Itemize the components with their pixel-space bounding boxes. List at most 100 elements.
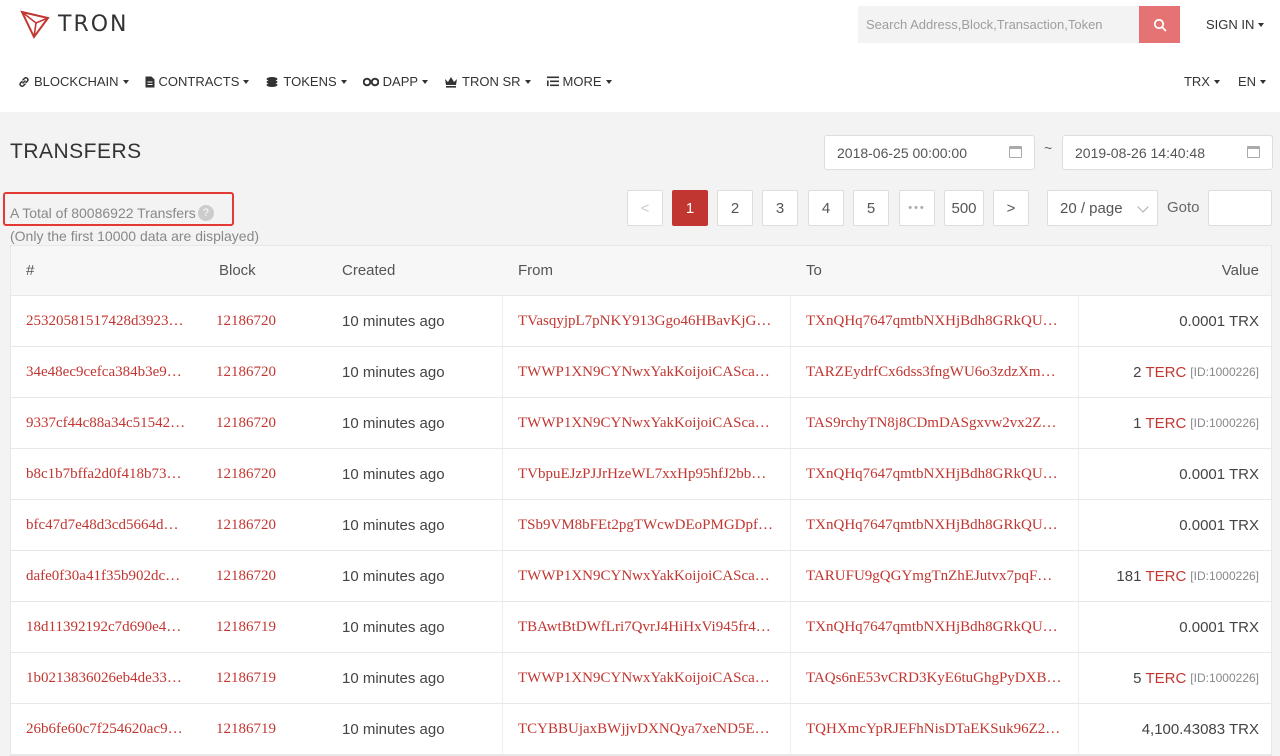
token-link[interactable]: TERC: [1145, 568, 1186, 585]
from-address-link[interactable]: TWWP1XN9CYNwxYakKoijoiCASca…: [518, 670, 770, 687]
table-row: 1b0213836026eb4de33… 12186719 10 minutes a…: [11, 653, 1271, 704]
from-cell: TWWP1XN9CYNwxYakKoijoiCASca…: [503, 653, 791, 703]
block-cell: 12186719: [201, 602, 327, 652]
list-icon: [546, 76, 559, 87]
table-row: 26b6fe60c7f254620ac9… 12186719 10 minutes …: [11, 704, 1271, 755]
token-id: [ID:1000226]: [1190, 416, 1259, 430]
value-cell: 4,100.43083 TRX: [1079, 704, 1271, 754]
from-address-link[interactable]: TVbpuEJzPJJrHzeWL7xxHp95hfJ2bb…: [518, 466, 766, 483]
page-ellipsis[interactable]: •••: [899, 190, 935, 226]
nav-dapp[interactable]: DAPP: [362, 74, 429, 89]
from-address-link[interactable]: TCYBBUjaxBWjjvDXNQya7xeND5E…: [518, 721, 770, 738]
transaction-hash-link[interactable]: 25320581517428d3923…: [26, 313, 184, 330]
block-link[interactable]: 12186719: [216, 619, 276, 636]
hash-cell: 1b0213836026eb4de33…: [11, 653, 201, 703]
block-link[interactable]: 12186720: [216, 568, 276, 585]
block-link[interactable]: 12186720: [216, 517, 276, 534]
to-address-link[interactable]: TXnQHq7647qmtbNXHjBdh8GRkQU…: [806, 619, 1058, 636]
block-link[interactable]: 12186720: [216, 364, 276, 381]
column-header-created: Created: [342, 262, 396, 279]
block-link[interactable]: 12186720: [216, 415, 276, 432]
page-button-5[interactable]: 5: [853, 190, 889, 226]
page-button-1[interactable]: 1: [672, 190, 708, 226]
transaction-hash-link[interactable]: 34e48ec9cefca384b3e9…: [26, 364, 182, 381]
value-cell: 5 TERC [ID:1000226]: [1079, 653, 1271, 703]
to-address-link[interactable]: TXnQHq7647qmtbNXHjBdh8GRkQU…: [806, 313, 1058, 330]
created-cell: 10 minutes ago: [327, 653, 503, 703]
language-label: EN: [1237, 74, 1256, 89]
nav-blockchain[interactable]: BLOCKCHAIN: [18, 74, 129, 89]
date-to-picker[interactable]: 2019-08-26 14:40:48: [1062, 135, 1273, 170]
to-cell: TXnQHq7647qmtbNXHjBdh8GRkQU…: [791, 500, 1079, 550]
block-link[interactable]: 12186719: [216, 670, 276, 687]
date-from-value: 2018-06-25 00:00:00: [837, 144, 967, 161]
from-address-link[interactable]: TWWP1XN9CYNwxYakKoijoiCASca…: [518, 568, 770, 585]
nav-contracts-label: CONTRACTS: [158, 74, 240, 89]
prev-page-button[interactable]: <: [627, 190, 663, 226]
transaction-hash-link[interactable]: 18d11392192c7d690e4…: [26, 619, 181, 636]
sign-in-button[interactable]: SIGN IN: [1206, 17, 1265, 32]
to-address-link[interactable]: TAS9rchyTN8j8CDmDASgxvw2vx2Z…: [806, 415, 1056, 432]
column-header-from: From: [518, 262, 553, 279]
currency-selector[interactable]: TRX: [1184, 74, 1220, 89]
search-input[interactable]: [858, 6, 1139, 43]
value-cell: 181 TERC [ID:1000226]: [1079, 551, 1271, 601]
to-address-link[interactable]: TQHXmcYpRJEFhNisDTaEKSuk96Z2…: [806, 721, 1060, 738]
value-amount: 0.0001 TRX: [1179, 465, 1259, 483]
value-amount: 0.0001 TRX: [1179, 618, 1259, 636]
transaction-hash-link[interactable]: 26b6fe60c7f254620ac9…: [26, 721, 183, 738]
next-page-button[interactable]: >: [993, 190, 1029, 226]
from-address-link[interactable]: TVasqyjpL7pNKY913Ggo46HBavKjG…: [518, 313, 771, 330]
token-link[interactable]: TERC: [1145, 415, 1186, 432]
nav-more[interactable]: MORE: [546, 74, 612, 89]
page-button-last[interactable]: 500: [944, 190, 984, 226]
limit-note: (Only the first 10000 data are displayed…: [10, 228, 260, 244]
block-link[interactable]: 12186720: [216, 466, 276, 483]
token-link[interactable]: TERC: [1145, 364, 1186, 381]
search-button[interactable]: [1139, 6, 1180, 43]
page-button-3[interactable]: 3: [762, 190, 798, 226]
search-bar: [858, 6, 1180, 43]
transaction-hash-link[interactable]: 1b0213836026eb4de33…: [26, 670, 182, 687]
transaction-hash-link[interactable]: b8c1b7bffa2d0f418b73…: [26, 466, 182, 483]
to-address-link[interactable]: TXnQHq7647qmtbNXHjBdh8GRkQU…: [806, 466, 1058, 483]
value-amount: 0.0001 TRX: [1179, 312, 1259, 330]
to-address-link[interactable]: TXnQHq7647qmtbNXHjBdh8GRkQU…: [806, 517, 1058, 534]
language-selector[interactable]: EN: [1238, 74, 1266, 89]
transaction-hash-link[interactable]: 9337cf44c88a34c51542…: [26, 415, 185, 432]
page-button-4[interactable]: 4: [808, 190, 844, 226]
calendar-icon: [1247, 146, 1260, 158]
block-link[interactable]: 12186719: [216, 721, 276, 738]
nav-tron-sr[interactable]: TRON SR: [444, 74, 531, 89]
chevron-down-icon: [122, 79, 129, 84]
block-cell: 12186719: [201, 704, 327, 754]
token-link[interactable]: TERC: [1145, 670, 1186, 687]
help-icon[interactable]: ?: [197, 205, 214, 221]
to-address-link[interactable]: TARZEydrfCx6dss3fngWU6o3zdzXm…: [806, 364, 1056, 381]
tron-logo[interactable]: TRON: [20, 9, 129, 39]
to-address-link[interactable]: TARUFU9gQGYmgTnZhEJutvx7pqF…: [806, 568, 1052, 585]
block-link[interactable]: 12186720: [216, 313, 276, 330]
to-address-link[interactable]: TAQs6nE53vCRD3KyE6tuGhgPyDXB…: [806, 670, 1061, 687]
page-button-2[interactable]: 2: [717, 190, 753, 226]
transaction-hash-link[interactable]: dafe0f30a41f35b902dc…: [26, 568, 180, 585]
goto-input[interactable]: [1208, 190, 1272, 226]
page-size-select[interactable]: 20 / page: [1047, 190, 1158, 226]
nav-dapp-label: DAPP: [382, 74, 419, 89]
transaction-hash-link[interactable]: bfc47d7e48d3cd5664d…: [26, 517, 178, 534]
from-address-link[interactable]: TWWP1XN9CYNwxYakKoijoiCASca…: [518, 364, 770, 381]
from-address-link[interactable]: TSb9VM8bFEt2pgTWcwDEoPMGDpf…: [518, 517, 773, 534]
nav-more-label: MORE: [562, 74, 602, 89]
chevron-down-icon: [1213, 79, 1220, 84]
block-cell: 12186720: [201, 347, 327, 397]
created-cell: 10 minutes ago: [327, 704, 503, 754]
nav-contracts[interactable]: CONTRACTS: [145, 74, 250, 89]
created-cell: 10 minutes ago: [327, 602, 503, 652]
from-cell: TSb9VM8bFEt2pgTWcwDEoPMGDpf…: [503, 500, 791, 550]
nav-tokens[interactable]: TOKENS: [265, 74, 347, 89]
table-row: 34e48ec9cefca384b3e9… 12186720 10 minutes …: [11, 347, 1271, 398]
from-address-link[interactable]: TBAwtBtDWfLri7QvrJ4HiHxVi945fr4…: [518, 619, 771, 636]
from-address-link[interactable]: TWWP1XN9CYNwxYakKoijoiCASca…: [518, 415, 770, 432]
date-from-picker[interactable]: 2018-06-25 00:00:00: [824, 135, 1035, 170]
hash-cell: b8c1b7bffa2d0f418b73…: [11, 449, 201, 499]
